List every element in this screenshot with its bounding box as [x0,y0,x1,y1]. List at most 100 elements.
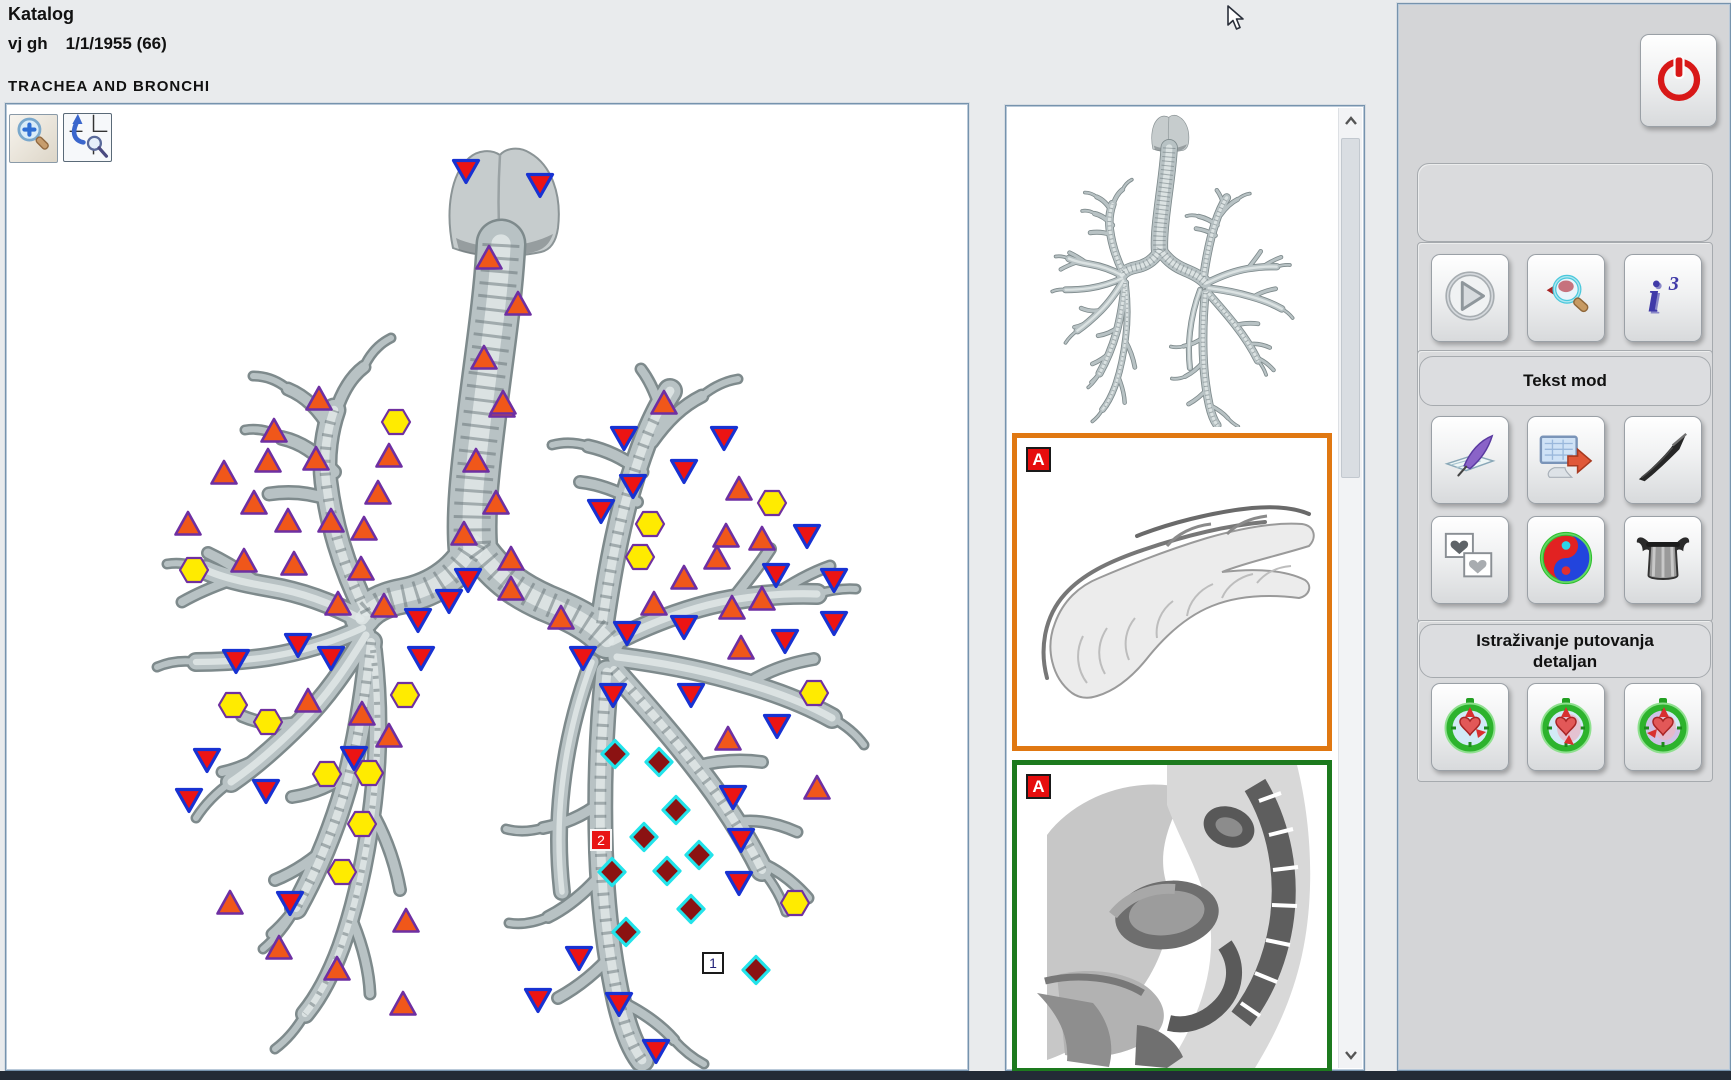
marker-triangle_down[interactable] [406,610,431,632]
marker-hexagon[interactable] [626,545,654,569]
patient-info: vj gh1/1/1955 (66) [8,34,185,54]
marker-triangle_up[interactable] [714,524,739,547]
zoom-in-icon [12,114,56,163]
marker-triangle_down[interactable] [672,617,697,639]
marker-hexagon[interactable] [328,860,356,884]
marker-triangle_down[interactable] [254,781,279,803]
marker-triangle_up[interactable] [176,512,201,535]
chevron-up-icon [1344,116,1358,126]
marker-diamond[interactable] [646,749,672,776]
pan-select-button[interactable] [63,113,112,162]
marker-triangle_up[interactable] [366,481,391,504]
scroll-down-button[interactable] [1339,1042,1362,1068]
marker-triangle_up[interactable] [705,546,730,569]
mouse-cursor [1227,5,1247,36]
pancreas-image [1017,438,1327,746]
scroll-up-button[interactable] [1339,108,1362,134]
marker-diamond[interactable] [654,858,680,885]
thumbnail-pancreas[interactable]: A [1012,433,1332,751]
marker-triangle_down[interactable] [195,750,220,772]
marker-hexagon[interactable] [313,762,341,786]
marker-triangle_down[interactable] [773,631,798,653]
info-cubed-icon: i i 3 [1634,267,1692,330]
svg-text:i: i [1648,271,1661,321]
write-note-button[interactable] [1431,416,1509,504]
marker-triangle_down[interactable] [567,948,592,970]
marker-diamond[interactable] [686,842,712,869]
marker-triangle_up[interactable] [391,992,416,1015]
compare-images-button[interactable] [1431,516,1509,604]
trachea-bronchi-image[interactable]: 21 [6,104,969,1071]
image-overlap-icon [1440,529,1500,592]
marker-triangle_up[interactable] [282,552,307,575]
marker-hexagon[interactable] [382,410,410,434]
number-badge-label: 2 [597,832,605,848]
journey-clock-icon [1440,695,1500,760]
marker-hexagon[interactable] [348,812,376,836]
search-button[interactable] [1527,254,1605,342]
marker-triangle_down[interactable] [712,428,737,450]
marker-triangle_down[interactable] [672,461,697,483]
journey-detail-button-1[interactable] [1431,683,1509,771]
marker-triangle_down[interactable] [409,648,434,670]
play-icon [1441,267,1499,330]
marker-triangle_down[interactable] [765,716,790,738]
marker-triangle_down[interactable] [822,613,847,635]
marker-diamond[interactable] [663,797,689,824]
scalpel-icon [1633,429,1693,492]
tools-sidebar: i i 3 Tekst mod [1397,3,1731,1071]
marker-triangle_up[interactable] [642,592,667,615]
marker-triangle_up[interactable] [218,891,243,914]
marker-diamond[interactable] [678,896,704,923]
marker-triangle_down[interactable] [679,685,704,707]
marker-hexagon[interactable] [391,683,419,707]
journey-detail-button-2[interactable] [1527,683,1605,771]
marker-triangle_up[interactable] [672,566,697,589]
marker-triangle_up[interactable] [256,449,281,472]
marker-triangle_down[interactable] [795,526,820,548]
export-screen-button[interactable] [1527,416,1605,504]
thumbnail-trachea-bronchi[interactable] [1012,111,1332,429]
info-button[interactable]: i i 3 [1624,254,1702,342]
marker-diamond[interactable] [631,824,657,851]
play-button[interactable] [1431,254,1509,342]
chevron-down-icon [1344,1050,1358,1060]
journey-clock-icon [1536,695,1596,760]
marker-triangle_down[interactable] [727,873,752,895]
discard-hat-button[interactable] [1624,516,1702,604]
marker-triangle_up[interactable] [276,509,301,532]
marker-triangle_up[interactable] [716,727,741,750]
annotation-badge: A [1026,774,1051,799]
tekst-mod-label: Tekst mod [1419,356,1711,406]
marker-triangle_up[interactable] [805,776,830,799]
marker-hexagon[interactable] [355,761,383,785]
marker-hexagon[interactable] [636,512,664,536]
marker-hexagon[interactable] [180,558,208,582]
scalpel-button[interactable] [1624,416,1702,504]
marker-triangle_up[interactable] [727,477,752,500]
marker-triangle_up[interactable] [729,636,754,659]
yin-yang-button[interactable] [1527,516,1605,604]
zoom-in-button[interactable] [9,114,58,163]
journey-detail-button-3[interactable] [1624,683,1702,771]
thumbnail-scrollbar[interactable] [1338,108,1362,1068]
marker-hexagon[interactable] [254,710,282,734]
marker-triangle_up[interactable] [750,527,775,550]
marker-triangle_up[interactable] [394,909,419,932]
marker-triangle_up[interactable] [212,461,237,484]
scrollbar-thumb[interactable] [1341,138,1360,478]
marker-hexagon[interactable] [219,693,247,717]
marker-hexagon[interactable] [800,681,828,705]
istrazivanje-label: Istraživanje putovanja detaljan [1419,624,1711,678]
marker-triangle_down[interactable] [526,990,551,1012]
exit-button[interactable] [1640,34,1717,127]
marker-hexagon[interactable] [758,491,786,515]
marker-triangle_up[interactable] [377,444,402,467]
marker-diamond[interactable] [743,957,769,984]
marker-hexagon[interactable] [781,891,809,915]
marker-triangle_up[interactable] [352,517,377,540]
svg-text:3: 3 [1668,273,1679,295]
thumbnail-pelvis-sagittal[interactable]: A [1012,760,1332,1073]
pelvis-image [1017,765,1327,1068]
screen-export-icon [1536,429,1596,492]
